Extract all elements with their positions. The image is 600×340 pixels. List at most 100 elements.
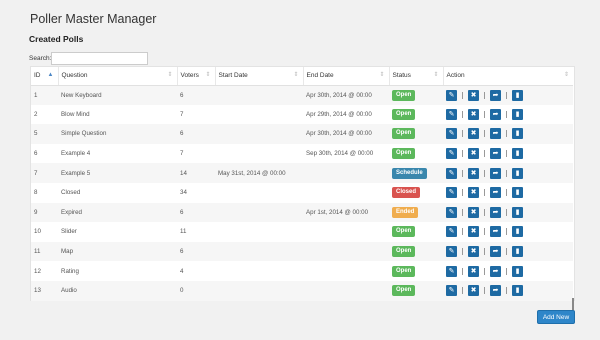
- share-button[interactable]: ➦: [490, 108, 501, 120]
- edit-button[interactable]: ✎: [446, 187, 457, 199]
- action-separator: [462, 91, 463, 99]
- stats-button[interactable]: ▮: [512, 265, 523, 277]
- share-button[interactable]: ➦: [490, 187, 501, 199]
- table-row: 9 Expired 6 Apr 1st, 2014 @ 00:00 Ended ✎ ✖ ➦ ▮: [31, 202, 573, 223]
- share-button[interactable]: ➦: [490, 148, 501, 160]
- status-badge: Schedule: [392, 167, 427, 179]
- column-header-end-date[interactable]: End Date ⇕: [303, 67, 390, 86]
- column-header-id[interactable]: ID ▲: [31, 67, 59, 86]
- share-button[interactable]: ➦: [490, 167, 501, 179]
- stats-button[interactable]: ▮: [512, 226, 523, 238]
- cell-id: 9: [31, 202, 58, 223]
- stats-button[interactable]: ▮: [512, 246, 523, 258]
- table-row: 2 Blow Mind 7 Apr 29th, 2014 @ 00:00 Open ✎ ✖ ➦…: [31, 104, 573, 125]
- cell-start-date: [215, 182, 303, 203]
- action-separator: [484, 189, 485, 197]
- column-label: End Date: [306, 72, 334, 80]
- column-header-voters[interactable]: Voters ⇕: [177, 67, 216, 86]
- action-separator: [506, 228, 507, 236]
- column-label: Start Date: [218, 72, 248, 80]
- share-icon: ➦: [492, 169, 499, 177]
- action-separator: [462, 287, 463, 295]
- share-icon: ➦: [492, 267, 499, 275]
- delete-icon: ✖: [470, 208, 477, 216]
- delete-button[interactable]: ✖: [468, 108, 479, 120]
- delete-button[interactable]: ✖: [468, 89, 479, 101]
- sort-both-icon: ⇕: [563, 72, 569, 78]
- edit-button[interactable]: ✎: [446, 108, 457, 120]
- delete-button[interactable]: ✖: [468, 206, 479, 218]
- stats-button[interactable]: ▮: [512, 187, 523, 199]
- cell-actions: ✎ ✖ ➦ ▮: [443, 182, 573, 203]
- column-header-status[interactable]: Status ⇕: [389, 67, 444, 86]
- cell-start-date: [215, 241, 303, 262]
- edit-button[interactable]: ✎: [446, 206, 457, 218]
- share-button[interactable]: ➦: [490, 206, 501, 218]
- delete-button[interactable]: ✖: [468, 265, 479, 277]
- column-header-action[interactable]: Action ⇕: [443, 67, 573, 86]
- delete-button[interactable]: ✖: [468, 226, 479, 238]
- edit-button[interactable]: ✎: [446, 285, 457, 297]
- share-button[interactable]: ➦: [490, 285, 501, 297]
- cell-id: 7: [31, 163, 58, 183]
- action-separator: [506, 130, 507, 138]
- share-icon: ➦: [492, 150, 499, 158]
- edit-button[interactable]: ✎: [446, 265, 457, 277]
- delete-icon: ✖: [470, 110, 477, 118]
- edit-button[interactable]: ✎: [446, 167, 457, 179]
- action-separator: [462, 150, 463, 158]
- add-new-button[interactable]: Add New: [537, 310, 575, 324]
- cell-status: Open: [389, 124, 443, 144]
- share-icon: ➦: [492, 91, 499, 99]
- action-group: ✎ ✖ ➦ ▮: [446, 167, 573, 179]
- edit-icon: ✎: [448, 150, 455, 158]
- column-header-start-date[interactable]: Start Date ⇕: [215, 67, 304, 86]
- stats-button[interactable]: ▮: [512, 148, 523, 160]
- stats-button[interactable]: ▮: [512, 206, 523, 218]
- cell-status: Open: [389, 85, 443, 105]
- delete-button[interactable]: ✖: [468, 167, 479, 179]
- edit-button[interactable]: ✎: [446, 128, 457, 140]
- share-button[interactable]: ➦: [490, 89, 501, 101]
- delete-button[interactable]: ✖: [468, 128, 479, 140]
- delete-button[interactable]: ✖: [468, 246, 479, 258]
- cell-actions: ✎ ✖ ➦ ▮: [443, 241, 573, 262]
- action-separator: [506, 287, 507, 295]
- stats-button[interactable]: ▮: [512, 285, 523, 297]
- stats-button[interactable]: ▮: [512, 167, 523, 179]
- action-separator: [506, 110, 507, 118]
- edit-button[interactable]: ✎: [446, 89, 457, 101]
- cell-question: Rating: [58, 261, 177, 281]
- share-button[interactable]: ➦: [490, 128, 501, 140]
- share-icon: ➦: [492, 110, 499, 118]
- action-separator: [484, 267, 485, 275]
- resize-handle[interactable]: [572, 298, 574, 310]
- sort-both-icon: ⇕: [205, 72, 211, 78]
- stats-button[interactable]: ▮: [512, 108, 523, 120]
- status-badge: Open: [392, 285, 416, 297]
- cell-start-date: May 31st, 2014 @ 00:00: [215, 163, 303, 183]
- delete-icon: ✖: [470, 287, 477, 295]
- search-input[interactable]: [51, 52, 148, 65]
- action-group: ✎ ✖ ➦ ▮: [446, 108, 573, 120]
- stats-button[interactable]: ▮: [512, 89, 523, 101]
- delete-button[interactable]: ✖: [468, 187, 479, 199]
- share-button[interactable]: ➦: [490, 226, 501, 238]
- cell-id: 6: [31, 143, 58, 164]
- column-header-question[interactable]: Question ⇕: [58, 67, 178, 86]
- cell-status: Open: [389, 143, 443, 164]
- cell-status: Open: [389, 261, 443, 281]
- delete-button[interactable]: ✖: [468, 285, 479, 297]
- edit-button[interactable]: ✎: [446, 246, 457, 258]
- edit-button[interactable]: ✎: [446, 148, 457, 160]
- edit-button[interactable]: ✎: [446, 226, 457, 238]
- cell-start-date: [215, 202, 303, 223]
- cell-question: Blow Mind: [58, 104, 177, 125]
- share-button[interactable]: ➦: [490, 246, 501, 258]
- stats-button[interactable]: ▮: [512, 128, 523, 140]
- cell-voters: 14: [177, 163, 215, 183]
- share-button[interactable]: ➦: [490, 265, 501, 277]
- stats-icon: ▮: [515, 267, 520, 275]
- table-row: 12 Rating 4 Open ✎ ✖ ➦ ▮: [31, 261, 573, 281]
- delete-button[interactable]: ✖: [468, 148, 479, 160]
